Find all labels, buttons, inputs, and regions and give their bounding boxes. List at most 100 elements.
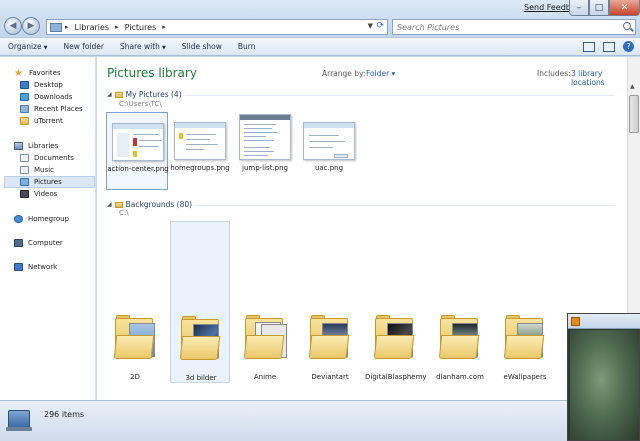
group-title: Backgrounds (80) [125, 200, 193, 209]
burn-button[interactable]: Burn [230, 42, 264, 51]
documents-icon [20, 154, 29, 162]
folder-item[interactable]: DigitalBlasphemy [365, 301, 427, 383]
library-title: Pictures library [107, 66, 197, 80]
navigation-pane: ★ Favorites Desktop Downloads Recent Plac… [0, 57, 96, 400]
nav-network[interactable]: Network [14, 261, 94, 273]
share-with-button[interactable]: Share with ▼ [112, 42, 174, 51]
folder-name: Anime [253, 373, 277, 381]
library-locations-link[interactable]: 3 library locations [571, 69, 627, 87]
minimize-button[interactable]: – [569, 0, 589, 16]
folder-name: DigitalBlasphemy [365, 373, 427, 381]
group-header-my-pictures[interactable]: ◢ My Pictures (4) [107, 90, 182, 99]
image-thumbnail [239, 114, 291, 160]
group-header-backgrounds[interactable]: ◢ Backgrounds (80) [107, 200, 192, 209]
refresh-icon[interactable]: ⟳ [376, 21, 384, 31]
search-placeholder: Search Pictures [397, 23, 460, 32]
video-frame[interactable] [570, 330, 639, 440]
nav-label: Documents [34, 154, 74, 162]
pictures-library-icon [6, 410, 32, 431]
file-name: action-center.png [107, 165, 169, 173]
breadcrumb-pictures[interactable]: Pictures [122, 23, 160, 32]
breadcrumb-libraries[interactable]: Libraries [72, 23, 113, 32]
file-item[interactable]: uac.png [298, 112, 360, 190]
media-player-icon [571, 317, 580, 326]
group-title: My Pictures (4) [125, 90, 182, 99]
star-icon: ★ [14, 67, 23, 79]
file-name: homegroups.png [170, 164, 230, 172]
nav-label: Homegroup [28, 215, 70, 223]
nav-utorrent[interactable]: uTorrent [20, 115, 96, 127]
videos-icon [20, 190, 29, 198]
search-input[interactable]: Search Pictures [392, 19, 636, 35]
folder-icon [114, 201, 123, 208]
group-divider [185, 95, 615, 96]
collapse-arrow-icon[interactable]: ◢ [107, 91, 112, 98]
back-arrow-icon: ◀ [9, 21, 17, 31]
new-folder-button[interactable]: New folder [55, 42, 112, 51]
video-preview-window[interactable] [567, 313, 640, 441]
folder-icon [20, 117, 29, 125]
collapse-arrow-icon[interactable]: ◢ [107, 201, 112, 208]
view-controls: ? [583, 41, 634, 52]
recent-places-icon [20, 105, 29, 113]
nav-music[interactable]: Music [20, 164, 96, 176]
forward-button[interactable]: ▶ [22, 17, 40, 35]
change-view-icon[interactable] [583, 41, 595, 52]
folder-item[interactable]: eWallpapers [495, 301, 555, 383]
nav-videos[interactable]: Videos [20, 188, 96, 200]
library-icon [50, 22, 62, 32]
scroll-up-icon[interactable]: ▲ [630, 83, 638, 91]
close-button[interactable]: ✕ [609, 0, 640, 16]
folder-item[interactable]: 3d bilder [170, 221, 230, 383]
nav-homegroup[interactable]: Homegroup [14, 213, 94, 225]
back-button[interactable]: ◀ [4, 17, 22, 35]
breadcrumb-separator[interactable]: ▸ [159, 23, 169, 31]
libraries-icon [14, 142, 23, 150]
nav-desktop[interactable]: Desktop [20, 79, 96, 91]
scroll-thumb[interactable] [629, 95, 639, 133]
arrange-by-dropdown[interactable]: Folder ▾ [366, 69, 395, 78]
command-bar: Organize ▼ New folder Share with ▼ Slide s… [0, 37, 640, 56]
breadcrumb-separator[interactable]: ▸ [62, 23, 72, 31]
details-pane: 296 items [0, 400, 640, 441]
address-bar[interactable]: ▸ Libraries ▸ Pictures ▸ ▼ ⟳ [46, 19, 388, 35]
chevron-down-icon: ▼ [43, 45, 48, 51]
preview-pane-icon[interactable] [603, 41, 615, 52]
nav-pictures[interactable]: Pictures [4, 176, 95, 188]
network-icon [14, 263, 23, 271]
nav-recent-places[interactable]: Recent Places [20, 103, 96, 115]
folder-item[interactable]: 2D [105, 301, 165, 383]
file-item[interactable]: homegroups.png [169, 112, 231, 190]
nav-downloads[interactable]: Downloads [20, 91, 96, 103]
folder-name: 2D [130, 373, 140, 381]
nav-label: Computer [28, 239, 63, 247]
arrange-by-label: Arrange by: [322, 69, 366, 78]
file-item[interactable]: action-center.png [106, 112, 169, 190]
folder-item[interactable]: Deviantart [300, 301, 360, 383]
nav-libraries[interactable]: Libraries [14, 140, 94, 152]
video-window-titlebar[interactable] [568, 314, 640, 329]
folder-item[interactable]: dlanham.com [430, 301, 490, 383]
chevron-down-icon: ▼ [161, 45, 166, 51]
file-item[interactable]: jump-list.png [234, 112, 296, 190]
nav-label: Music [34, 166, 54, 174]
search-icon[interactable] [623, 22, 631, 30]
includes-label: Includes: [537, 69, 571, 78]
nav-label: Favorites [29, 69, 61, 77]
help-icon[interactable]: ? [623, 41, 634, 52]
folder-name: eWallpapers [503, 373, 547, 381]
nav-computer[interactable]: Computer [14, 237, 94, 249]
nav-label: Network [28, 263, 58, 271]
folder-icon [114, 91, 123, 98]
nav-favorites[interactable]: ★ Favorites [14, 67, 94, 79]
folder-item[interactable]: Anime [235, 301, 295, 383]
image-thumbnail [303, 122, 355, 160]
breadcrumb-separator[interactable]: ▸ [112, 23, 122, 31]
nav-label: Downloads [34, 93, 73, 101]
organize-button[interactable]: Organize ▼ [0, 42, 55, 51]
maximize-button[interactable]: □ [589, 0, 609, 16]
chevron-down-icon[interactable]: ▼ [368, 22, 373, 30]
nav-documents[interactable]: Documents [20, 152, 96, 164]
slide-show-button[interactable]: Slide show [174, 42, 230, 51]
pictures-icon [20, 178, 29, 186]
